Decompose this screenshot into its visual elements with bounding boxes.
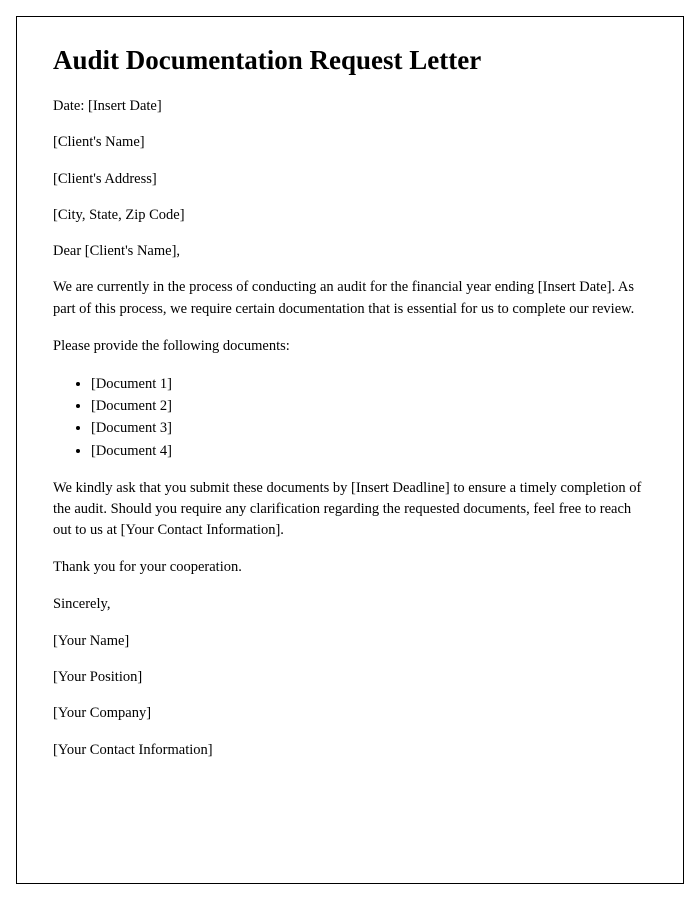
signer-contact: [Your Contact Information] [53,740,647,760]
salutation: Dear [Client's Name], [53,241,647,261]
body-paragraph-2: Please provide the following documents: [53,336,647,357]
date-line: Date: [Insert Date] [53,96,647,116]
document-page: Audit Documentation Request Letter Date:… [16,16,684,884]
signer-name: [Your Name] [53,631,647,651]
body-paragraph-1: We are currently in the process of condu… [53,277,647,319]
list-item: [Document 3] [91,417,647,439]
list-item: [Document 1] [91,373,647,395]
signer-company: [Your Company] [53,703,647,723]
recipient-city: [City, State, Zip Code] [53,205,647,225]
recipient-name: [Client's Name] [53,132,647,152]
closing-line: Sincerely, [53,594,647,614]
signer-position: [Your Position] [53,667,647,687]
body-paragraph-3: We kindly ask that you submit these docu… [53,478,647,541]
list-item: [Document 2] [91,395,647,417]
thanks-line: Thank you for your cooperation. [53,557,647,578]
list-item: [Document 4] [91,440,647,462]
recipient-address: [Client's Address] [53,169,647,189]
document-title: Audit Documentation Request Letter [53,45,647,76]
document-list: [Document 1] [Document 2] [Document 3] [… [91,373,647,463]
